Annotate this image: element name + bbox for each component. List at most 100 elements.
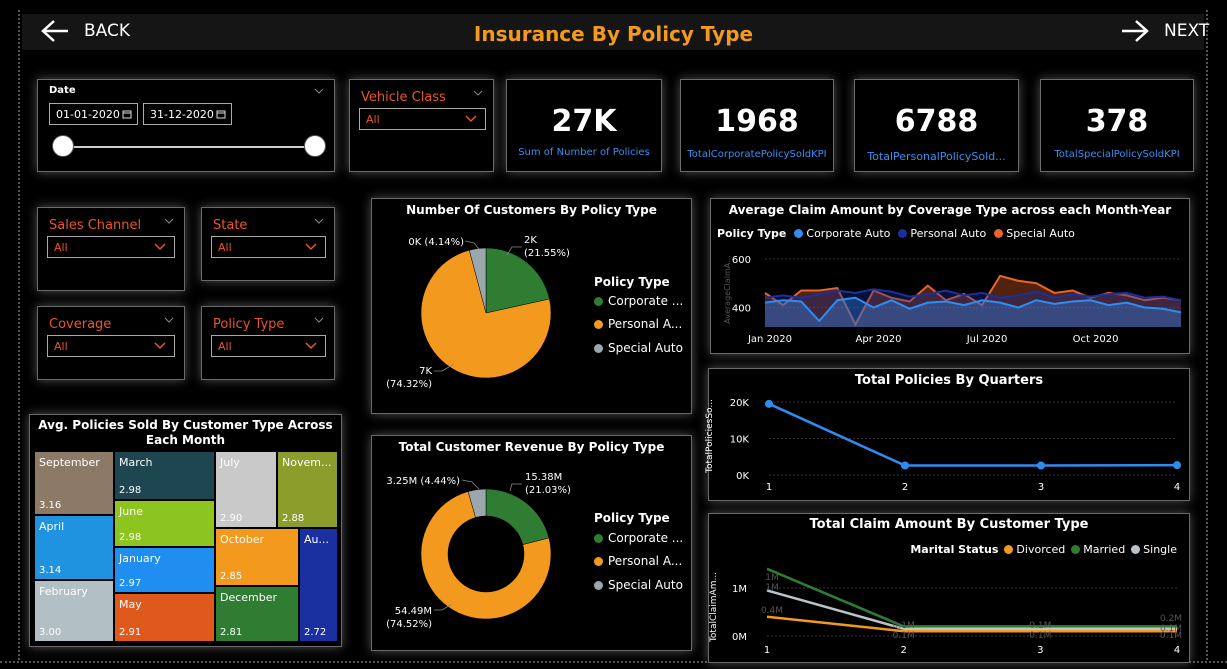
data-label: 3.25M (4.44%) xyxy=(386,476,460,487)
pie-slice xyxy=(485,488,550,545)
quarters-line-chart: 20K 10K 0K 1 2 3 4 xyxy=(730,398,1181,493)
page-title: Insurance By Policy Type xyxy=(473,22,754,46)
treemap-tile-value: 2.91 xyxy=(119,627,142,638)
legend-label: Corporate ... xyxy=(608,531,684,545)
customers-pie-panel: Number Of Customers By Policy Type 2K (21… xyxy=(371,198,692,414)
coverage-title: Coverage xyxy=(49,317,112,332)
data-label: (74.52%) xyxy=(386,619,432,630)
chevron-down-icon[interactable] xyxy=(164,216,174,226)
policy-type-dropdown[interactable]: All xyxy=(211,335,326,357)
revenue-donut-panel: Total Customer Revenue By Policy Type 15… xyxy=(371,435,692,651)
coverage-value: All xyxy=(54,340,68,353)
treemap-tile[interactable]: Au... 2.72 xyxy=(299,528,338,642)
calendar-icon[interactable] xyxy=(122,109,132,119)
chevron-down-icon[interactable] xyxy=(164,315,174,325)
data-label: 0.2M xyxy=(1160,614,1182,624)
data-label: (21.55%) xyxy=(524,248,570,259)
treemap-tile[interactable]: Novem... 2.88 xyxy=(277,451,338,528)
legend-dot xyxy=(594,556,603,566)
chevron-down-icon[interactable] xyxy=(473,88,483,98)
policy-type-slicer: Policy Type All xyxy=(201,306,335,380)
sales-channel-dropdown[interactable]: All xyxy=(47,236,175,258)
legend-dot xyxy=(594,343,603,353)
vehicle-class-title: Vehicle Class xyxy=(361,90,446,105)
date-range-start-handle[interactable] xyxy=(52,135,74,157)
y-tick-label: 10K xyxy=(730,435,750,446)
kpi-value: 27K xyxy=(551,104,617,139)
legend-title: Policy Type xyxy=(594,275,670,289)
data-point xyxy=(765,399,773,408)
x-tick-label: Jul 2020 xyxy=(966,334,1008,345)
state-dropdown[interactable]: All xyxy=(211,236,326,258)
date-end-value: 31-12-2020 xyxy=(150,108,214,121)
legend-dot xyxy=(594,533,603,543)
x-tick-label: 4 xyxy=(1174,482,1180,493)
chevron-down-icon[interactable] xyxy=(314,216,324,226)
data-point xyxy=(901,461,909,470)
data-point xyxy=(1173,461,1181,470)
legend-item-special[interactable]: Special Auto xyxy=(594,578,683,592)
treemap-tile-label: March xyxy=(119,456,153,469)
legend-item-corporate[interactable]: Corporate ... xyxy=(594,294,683,308)
treemap-tile-value: 2.97 xyxy=(119,578,142,589)
treemap-tile[interactable]: April 3.14 xyxy=(34,515,114,580)
chart-title: Number Of Customers By Policy Type xyxy=(406,203,657,217)
next-label: NEXT xyxy=(1164,21,1210,41)
treemap-tile[interactable]: September 3.16 xyxy=(34,451,114,515)
vehicle-class-slicer: Vehicle Class All xyxy=(349,79,494,172)
treemap-tile-label: April xyxy=(39,520,65,533)
next-button[interactable]: NEXT xyxy=(1120,18,1209,44)
treemap-panel: Avg. Policies Sold By Customer Type Acro… xyxy=(29,414,342,647)
kpi-label: TotalSpecialPolicySoldKPI xyxy=(1054,149,1180,160)
treemap-tile-value: 3.16 xyxy=(39,500,62,511)
leader-line xyxy=(509,483,522,492)
leader-line xyxy=(461,479,480,490)
state-slicer: State All xyxy=(201,207,335,281)
data-point xyxy=(1037,461,1045,470)
legend-label: Special Auto xyxy=(608,341,683,355)
legend-item-personal[interactable]: Personal A... xyxy=(594,554,682,568)
legend-item-personal[interactable]: Personal A... xyxy=(594,317,682,331)
legend-item-corporate[interactable]: Corporate ... xyxy=(594,531,683,545)
y-tick-label: 600 xyxy=(732,255,751,266)
treemap-tile-value: 2.98 xyxy=(119,532,142,543)
coverage-dropdown[interactable]: All xyxy=(47,335,175,357)
kpi-label: TotalPersonalPolicySold... xyxy=(867,150,1006,163)
treemap-tile[interactable]: January 2.97 xyxy=(114,547,215,593)
treemap-tile-label: September xyxy=(39,456,100,469)
date-start-value: 01-01-2020 xyxy=(56,108,120,121)
treemap-tile-label: May xyxy=(119,598,142,611)
chart-title: Avg. Policies Sold By Customer Type Acro… xyxy=(38,418,333,447)
legend-item-special[interactable]: Special Auto xyxy=(594,341,683,355)
data-label: 0.1M xyxy=(1029,621,1051,631)
y-tick-label: 0M xyxy=(732,632,747,643)
chevron-down-icon[interactable] xyxy=(314,86,324,96)
treemap-tile[interactable]: December 2.81 xyxy=(215,586,299,642)
treemap-tile[interactable]: June 2.98 xyxy=(114,500,215,547)
treemap-tile[interactable]: July 2.90 xyxy=(215,451,277,528)
calendar-icon[interactable] xyxy=(216,109,226,119)
state-value: All xyxy=(218,241,232,254)
date-range-end-handle[interactable] xyxy=(304,135,326,157)
treemap-tile-value: 3.14 xyxy=(39,565,62,576)
data-label: 0.1M xyxy=(893,621,915,631)
kpi-value: 378 xyxy=(1085,104,1149,139)
date-end-input[interactable]: 31-12-2020 xyxy=(143,103,232,125)
y-tick-label: 0K xyxy=(736,471,749,482)
date-start-input[interactable]: 01-01-2020 xyxy=(49,103,138,125)
vehicle-class-dropdown[interactable]: All xyxy=(359,108,486,130)
legend-label: Personal A... xyxy=(608,317,683,331)
treemap-tile[interactable]: May 2.91 xyxy=(114,593,215,642)
treemap-tile[interactable]: October 2.85 xyxy=(215,528,299,586)
data-label: 15.38M xyxy=(525,472,562,483)
kpi-card-special: 378 TotalSpecialPolicySoldKPI xyxy=(1040,79,1194,172)
treemap-tile[interactable]: March 2.98 xyxy=(114,451,215,500)
treemap-tile-value: 2.72 xyxy=(304,627,327,638)
data-label: 1M xyxy=(765,573,779,583)
chevron-down-icon[interactable] xyxy=(314,315,324,325)
x-tick-label: Apr 2020 xyxy=(856,334,902,345)
sales-channel-title: Sales Channel xyxy=(49,218,142,233)
treemap-tile-label: July xyxy=(220,456,240,469)
chevron-down-icon xyxy=(305,243,317,251)
treemap-tile[interactable]: February 3.00 xyxy=(34,580,114,642)
